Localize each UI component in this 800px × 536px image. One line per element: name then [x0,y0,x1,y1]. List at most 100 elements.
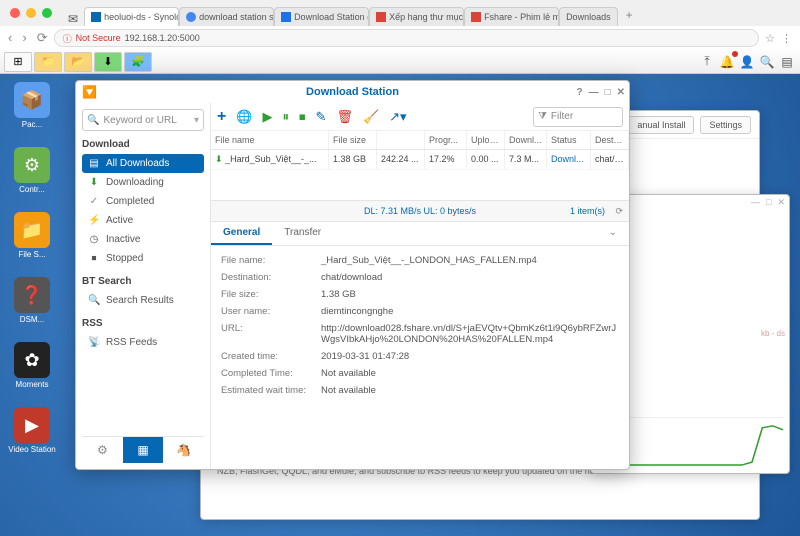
main-menu-button[interactable]: ⊞ [4,52,32,72]
maximize-icon[interactable] [42,8,52,18]
table-row[interactable]: ⬇ _Hard_Sub_Việt__-_... 1.38 GB 242.24 .… [211,150,629,170]
maximize-icon[interactable]: □ [605,87,611,98]
download-station-button[interactable]: ⬇ [94,52,122,72]
desktop-icon-moments[interactable]: ✿Moments [8,342,56,389]
minimize-icon[interactable]: — [751,197,760,208]
search-icon: 🔍 [88,295,100,306]
star-icon[interactable]: ☆ [765,32,775,45]
section-download: Download [82,139,204,150]
browser-tab[interactable]: Xếp hạng thư mục - [369,7,464,26]
sidebar-item-downloading[interactable]: ⬇Downloading [82,173,204,192]
reload-button[interactable]: ⟳ [37,30,48,46]
back-button[interactable]: ‹ [8,30,12,46]
col-downloaded[interactable] [377,131,425,149]
desktop-icon-video[interactable]: ▶Video Station [8,407,56,454]
toolbar: + 🌐 ▶ ⏸ ⏹ ✎ 🗑 🧹 ↗▾ ⧩ Filter [211,103,629,131]
detail-filename: _Hard_Sub_Việt__-_LONDON_HAS_FALLEN.mp4 [321,255,619,266]
tab-transfer[interactable]: Transfer [272,222,333,245]
gmail-icon[interactable]: ✉ [68,12,78,26]
filter-input[interactable]: ⧩ Filter [533,107,623,127]
action-menu-button[interactable]: ↗▾ [389,109,406,125]
settings-tab[interactable]: ⚙ [82,437,123,463]
delete-button[interactable]: 🗑 [336,109,353,125]
col-destination[interactable]: Destina... [591,131,629,149]
close-icon[interactable]: ✕ [617,87,625,98]
browser-tab[interactable]: Download Station (D [274,7,369,26]
forward-button[interactable]: › [22,30,26,46]
settings-button[interactable]: Settings [700,116,751,134]
stop-button[interactable]: ⏹ [299,109,306,125]
emule-tab[interactable]: 🐴 [163,437,204,463]
search-input[interactable]: 🔍 Keyword or URL ▾ [82,109,204,131]
col-filename[interactable]: File name [211,131,329,149]
widgets-icon[interactable]: ▤ [778,53,796,71]
detail-tabs: General Transfer ⌄ [211,222,629,246]
sidebar-item-all[interactable]: ▤All Downloads [82,154,204,173]
add-button[interactable]: + [217,108,226,126]
edit-button[interactable]: ✎ [316,109,327,125]
file-browser-button[interactable]: 📂 [64,52,92,72]
col-filesize[interactable]: File size [329,131,377,149]
address-bar: ‹ › ⟳ ⓘ Not Secure 192.168.1.20:5000 ☆ ⋮ [0,26,800,50]
minimize-icon[interactable]: — [589,87,599,98]
detail-panel: File name:_Hard_Sub_Việt__-_LONDON_HAS_F… [211,246,629,469]
detail-destination: chat/download [321,272,619,283]
maximize-icon[interactable]: □ [766,197,771,208]
extensions-icon[interactable]: ⋮ [781,32,792,45]
status-bar: DL: 7.31 MB/s UL: 0 bytes/s 1 item(s) ⟳ [211,200,629,222]
search-icon: 🔍 [87,115,99,126]
notification-icon[interactable]: 🔔 [718,53,736,71]
window-titlebar[interactable]: 🔽 Download Station ? — □ ✕ [76,81,629,103]
new-tab-button[interactable]: + [618,4,641,26]
browser-tab[interactable]: Fshare - Phim lẻ mới [464,7,559,26]
url-field[interactable]: ⓘ Not Secure 192.168.1.20:5000 [54,29,760,47]
col-dlspeed[interactable]: Downl... [505,131,547,149]
collapse-icon[interactable]: ⌄ [597,222,629,245]
desktop-icon-files[interactable]: 📁File S... [8,212,56,259]
sidebar-item-completed[interactable]: ✓Completed [82,192,204,211]
browser-tab[interactable]: Downloads [559,7,618,26]
dsm-taskbar: ⊞ 📁 📂 ⬇ 🧩 ⤒ 🔔 👤 🔍 ▤ [0,50,800,74]
pause-button[interactable]: ⏸ [283,109,290,125]
close-icon[interactable]: ✕ [777,197,785,208]
desktop-icon-dsm[interactable]: ❓DSM... [8,277,56,324]
sidebar-item-active[interactable]: ⚡Active [82,211,204,230]
schedule-tab[interactable]: ▦ [123,437,164,463]
desktop-icon-control[interactable]: ⚙Contr... [8,147,56,194]
resume-button[interactable]: ▶ [263,109,273,125]
minimize-icon[interactable] [26,8,36,18]
filter-icon: ⧩ [538,111,547,122]
search-icon[interactable]: 🔍 [758,53,776,71]
security-label: Not Secure [76,33,121,43]
sidebar-item-stopped[interactable]: ⏹Stopped [82,249,204,268]
help-icon[interactable]: ? [576,87,582,98]
sidebar-footer: ⚙ ▦ 🐴 [82,436,204,463]
downloading-icon: ⬇ [215,154,223,164]
desktop-icon-package[interactable]: 📦Pac... [8,82,56,129]
browser-tab[interactable]: heoluoi-ds - Synology [84,7,179,26]
sidebar-item-inactive[interactable]: ◷Inactive [82,230,204,249]
upload-icon[interactable]: ⤒ [698,53,716,71]
main-panel: + 🌐 ▶ ⏸ ⏹ ✎ 🗑 🧹 ↗▾ ⧩ Filter File name [211,103,629,469]
browser-chrome: ✉ heoluoi-ds - Synology download station… [0,0,800,50]
window-controls [10,8,52,18]
col-status[interactable]: Status [547,131,591,149]
window-title: Download Station [306,86,399,98]
browser-tab[interactable]: download station syn [179,7,274,26]
col-upload[interactable]: Uploa... [467,131,505,149]
dropdown-icon[interactable]: ▾ [194,115,199,126]
refresh-icon[interactable]: ⟳ [615,206,623,217]
manual-install-button[interactable]: anual Install [628,116,694,134]
clear-button[interactable]: 🧹 [363,109,379,125]
sidebar-item-rss[interactable]: 📡RSS Feeds [82,333,204,352]
section-bt-search: BT Search [82,276,204,287]
close-icon[interactable] [10,8,20,18]
file-station-button[interactable]: 📁 [34,52,62,72]
user-icon[interactable]: 👤 [738,53,756,71]
tab-general[interactable]: General [211,222,272,245]
col-progress[interactable]: Progr... [425,131,467,149]
app-logo-icon: 🔽 [82,85,97,99]
add-url-button[interactable]: 🌐 [236,109,252,125]
package-center-button[interactable]: 🧩 [124,52,152,72]
sidebar-item-search-results[interactable]: 🔍Search Results [82,291,204,310]
